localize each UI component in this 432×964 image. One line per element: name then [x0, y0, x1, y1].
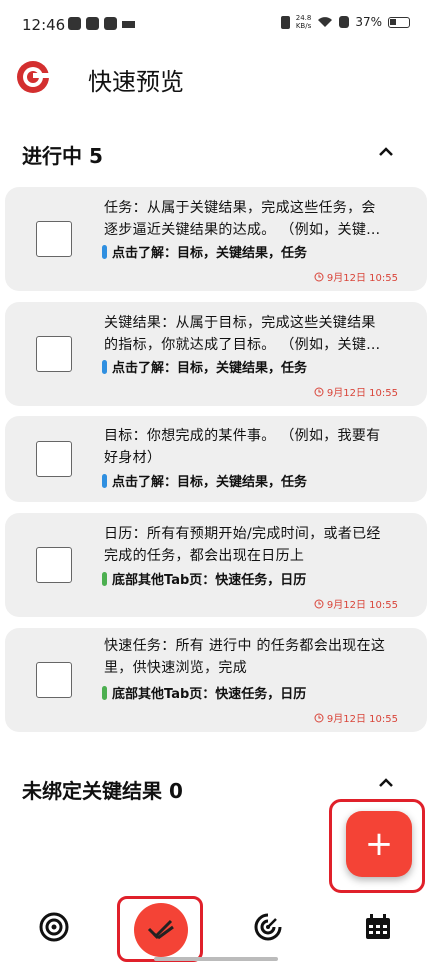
- task-checkbox[interactable]: [36, 221, 72, 257]
- task-text: 任务：从属于关键结果，完成这些任务，会 逐步逼近关键结果的达成。 （例如，关键…: [104, 197, 396, 241]
- tag-label: 底部其他Tab页：快速任务，日历: [112, 687, 307, 702]
- task-text-line: 逐步逼近关键结果的达成。 （例如，关键…: [104, 222, 381, 238]
- task-text-line: 日历：所有有预期开始/完成时间，或者已经: [104, 526, 381, 542]
- sim-icon: [339, 16, 350, 28]
- task-card[interactable]: 关键结果：从属于目标，完成这些关键结果 的指标，你就达成了目标。 （例如，关键……: [5, 302, 427, 406]
- task-card[interactable]: 快速任务：所有 进行中 的任务都会出现在这 里，供快速浏览，完成 底部其他Tab…: [5, 628, 427, 732]
- task-time: 9月12日 10:55: [314, 596, 398, 611]
- tiktok-icon: [68, 17, 81, 30]
- task-tag[interactable]: 点击了解：目标，关键结果，任务: [102, 471, 307, 490]
- speed-unit: KB/s: [295, 22, 312, 30]
- notification-icons: [68, 17, 135, 30]
- task-tag[interactable]: 点击了解：目标，关键结果，任务: [102, 357, 307, 376]
- time-label: 9月12日 10:55: [326, 388, 398, 399]
- home-indicator[interactable]: [154, 957, 278, 961]
- tag-label: 点击了解：目标，关键结果，任务: [112, 361, 308, 376]
- app-header: 快速预览: [0, 56, 432, 100]
- clock-icon: [314, 713, 324, 722]
- nav-target[interactable]: [37, 910, 71, 944]
- task-checkbox[interactable]: [36, 441, 72, 477]
- add-button[interactable]: +: [346, 811, 412, 877]
- clock-icon: [314, 272, 324, 281]
- task-card[interactable]: 目标：你想完成的某件事。 （例如，我要有 好身材） 点击了解：目标，关键结果，任…: [5, 416, 427, 502]
- task-time: 9月12日 10:55: [314, 710, 398, 725]
- chevron-up-icon[interactable]: [376, 142, 396, 162]
- clock-icon: [314, 599, 324, 608]
- page-title: 快速预览: [88, 68, 184, 96]
- task-text-line: 里，供快速浏览，完成: [104, 660, 247, 676]
- task-card[interactable]: 日历：所有有预期开始/完成时间，或者已经 完成的任务，都会出现在日历上 底部其他…: [5, 513, 427, 617]
- section-title: 进行中 5: [22, 144, 103, 168]
- tag-label: 点击了解：目标，关键结果，任务: [112, 475, 308, 490]
- bottom-nav: [0, 896, 432, 964]
- radar-icon: [254, 913, 282, 941]
- target-icon: [39, 912, 69, 942]
- tag-color-bar: [102, 571, 107, 586]
- task-tag[interactable]: 点击了解：目标，关键结果，任务: [102, 242, 307, 261]
- battery-icon: [388, 16, 410, 28]
- nav-calendar[interactable]: [361, 910, 395, 944]
- task-checkbox[interactable]: [36, 547, 72, 583]
- nav-quick-tasks[interactable]: [134, 903, 188, 957]
- time-label: 9月12日 10:55: [326, 714, 398, 725]
- task-text: 快速任务：所有 进行中 的任务都会出现在这 里，供快速浏览，完成: [104, 635, 396, 679]
- task-text-line: 任务：从属于关键结果，完成这些任务，会: [104, 200, 376, 216]
- vibrate-icon: [280, 15, 290, 29]
- crown-icon: [122, 20, 135, 28]
- calendar-icon: [366, 914, 390, 939]
- task-text: 目标：你想完成的某件事。 （例如，我要有 好身材）: [104, 425, 396, 469]
- nav-radar[interactable]: [251, 910, 285, 944]
- section-title: 未绑定关键结果 0: [22, 779, 183, 803]
- target-logo-icon[interactable]: [16, 60, 50, 94]
- task-text: 关键结果：从属于目标，完成这些关键结果 的指标，你就达成了目标。 （例如，关键…: [104, 312, 396, 356]
- wifi-icon: [318, 17, 333, 27]
- task-text-line: 的指标，你就达成了目标。 （例如，关键…: [104, 337, 381, 353]
- chevron-up-icon[interactable]: [376, 773, 396, 793]
- battery-text: 37%: [355, 15, 382, 29]
- task-tag[interactable]: 底部其他Tab页：快速任务，日历: [102, 683, 306, 702]
- tag-label: 底部其他Tab页：快速任务，日历: [112, 573, 307, 588]
- section-in-progress[interactable]: 进行中 5: [0, 134, 432, 174]
- status-bar: 12:46 24.8 KB/s 37%: [0, 0, 432, 50]
- status-right: 24.8 KB/s 37%: [280, 14, 410, 30]
- task-card[interactable]: 任务：从属于关键结果，完成这些任务，会 逐步逼近关键结果的达成。 （例如，关键……: [5, 187, 427, 291]
- tag-color-bar: [102, 244, 107, 259]
- task-text-line: 完成的任务，都会出现在日历上: [104, 548, 305, 564]
- status-time: 12:46: [22, 16, 66, 34]
- plus-icon: +: [364, 824, 394, 864]
- mail-icon: [104, 17, 117, 30]
- tag-label: 点击了解：目标，关键结果，任务: [112, 246, 308, 261]
- task-checkbox[interactable]: [36, 336, 72, 372]
- task-text-line: 目标：你想完成的某件事。 （例如，我要有: [104, 428, 381, 444]
- tag-color-bar: [102, 685, 107, 700]
- task-checkbox[interactable]: [36, 662, 72, 698]
- clock-icon: [314, 387, 324, 396]
- task-text: 日历：所有有预期开始/完成时间，或者已经 完成的任务，都会出现在日历上: [104, 523, 396, 567]
- network-speed: 24.8 KB/s: [296, 14, 312, 30]
- task-time: 9月12日 10:55: [314, 384, 398, 399]
- time-label: 9月12日 10:55: [326, 273, 398, 284]
- task-text-line: 快速任务：所有 进行中 的任务都会出现在这: [104, 638, 386, 654]
- double-check-icon: [147, 919, 174, 940]
- task-text-line: 关键结果：从属于目标，完成这些关键结果: [104, 315, 376, 331]
- time-label: 9月12日 10:55: [326, 600, 398, 611]
- app-icon: [86, 17, 99, 30]
- tag-color-bar: [102, 359, 107, 374]
- task-text-line: 好身材）: [104, 450, 162, 466]
- speed-value: 24.8: [295, 14, 312, 22]
- task-time: 9月12日 10:55: [314, 269, 398, 284]
- tag-color-bar: [102, 473, 107, 488]
- task-tag[interactable]: 底部其他Tab页：快速任务，日历: [102, 569, 306, 588]
